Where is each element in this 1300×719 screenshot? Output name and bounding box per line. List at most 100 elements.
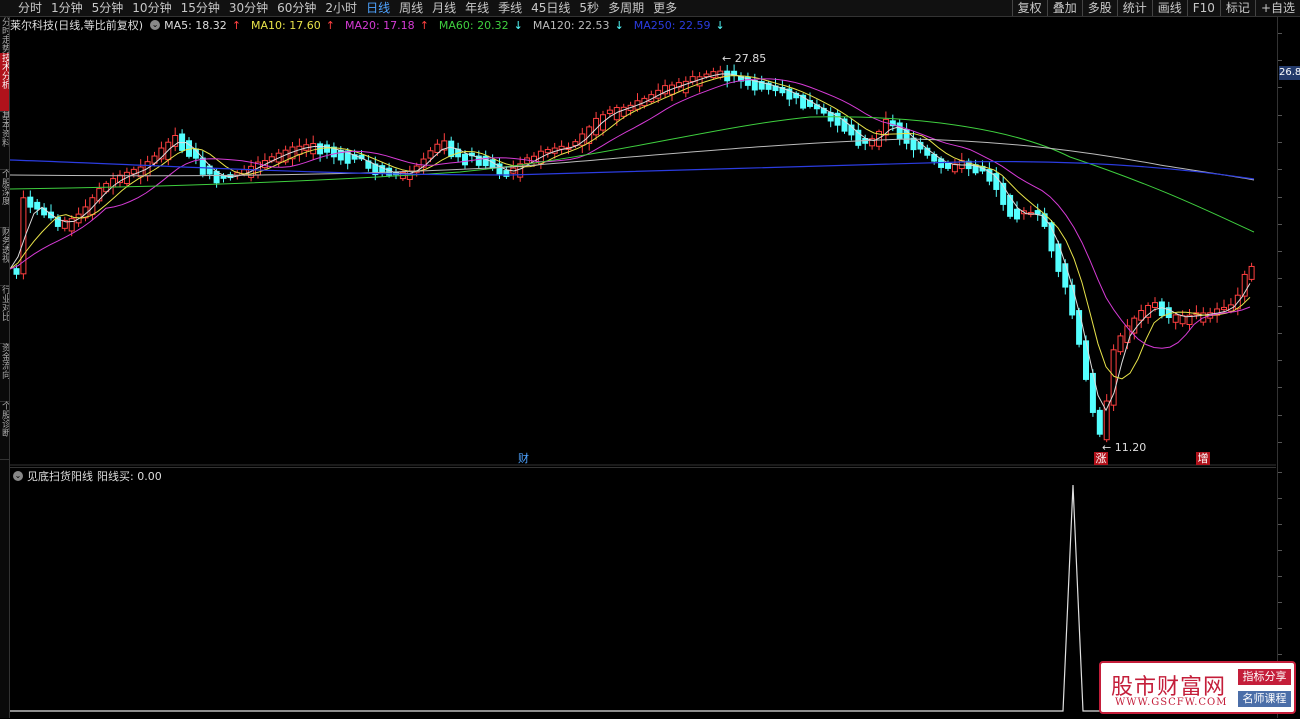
axis-tick <box>1278 251 1282 252</box>
toolbar-action[interactable]: 叠加 <box>1046 0 1082 16</box>
period-tab[interactable]: 周线 <box>395 0 428 16</box>
candle-body <box>68 218 75 232</box>
candle-body <box>434 143 441 154</box>
candle-body <box>896 122 903 139</box>
ma20-line <box>10 78 1251 349</box>
candle-body <box>1138 310 1145 321</box>
period-tab[interactable]: 日线 <box>362 0 395 16</box>
period-toolbar: 分时 1分钟 5分钟 10分钟 15分钟 30分钟 60分钟 2小时 日线 周线 月线 年线 季线 45日… <box>0 0 1300 17</box>
period-tab[interactable]: 5分钟 <box>88 0 129 16</box>
event-tag-limit-up[interactable]: 涨 <box>1094 452 1108 465</box>
toolbar-action[interactable]: +自选 <box>1254 0 1300 16</box>
axis-tick <box>1278 654 1282 655</box>
period-tab[interactable]: 5秒 <box>575 0 604 16</box>
candle-body <box>1221 306 1227 311</box>
axis-tick <box>1278 387 1282 388</box>
toolbar-action[interactable]: 标记 <box>1219 0 1255 16</box>
period-tab[interactable]: 30分钟 <box>225 0 273 16</box>
last-price-tag: 26.8 <box>1279 66 1300 80</box>
candle-body <box>1007 194 1014 217</box>
side-tab[interactable]: 财务透视 <box>0 227 9 286</box>
toolbar-action[interactable]: 统计 <box>1116 0 1152 16</box>
period-tab[interactable]: 分时 <box>14 0 47 16</box>
candle-body <box>448 140 455 158</box>
axis-tick <box>1278 498 1282 499</box>
period-tab[interactable]: 60分钟 <box>273 0 321 16</box>
side-tab[interactable]: 资金流向 <box>0 343 9 402</box>
kline-panel[interactable]: 莱尔科技(日线,等比前复权) ⌄ MA5: 18.32 ↑ MA10: 17.60 ↑… <box>10 17 1276 466</box>
axis-tick <box>1278 472 1282 473</box>
candle-body <box>34 201 41 210</box>
toolbar-action[interactable]: 多股 <box>1081 0 1117 16</box>
axis-tick <box>1278 115 1282 116</box>
period-tab[interactable]: 多周期 <box>604 0 649 16</box>
low-price-label: ← 11.20 <box>1102 441 1146 454</box>
side-tab[interactable]: 个股诊断 <box>0 401 9 460</box>
ma10-line <box>10 75 1251 380</box>
axis-tick <box>1278 602 1282 603</box>
period-tab[interactable]: 45日线 <box>527 0 575 16</box>
candle-body <box>324 144 330 153</box>
period-tab[interactable]: 15分钟 <box>177 0 225 16</box>
side-tab[interactable]: 技术分析 <box>0 53 9 112</box>
period-tab[interactable]: 1分钟 <box>47 0 88 16</box>
ma60-line <box>10 116 1255 233</box>
price-axis <box>1277 17 1300 718</box>
period-tab[interactable]: 月线 <box>428 0 461 16</box>
side-tab[interactable]: 行业对比 <box>0 285 9 344</box>
candle-body <box>1062 263 1069 288</box>
high-price-label: ← 27.85 <box>722 52 766 65</box>
candle-body <box>427 150 434 159</box>
watermark-logo: 股市财富网 WWW.GSCFW.COM 指标分享 名师课程 <box>1099 661 1296 714</box>
period-tabs: 分时 1分钟 5分钟 10分钟 15分钟 30分钟 60分钟 2小时 日线 周线 月线 年线 季线 45日… <box>14 0 682 16</box>
toolbar-action[interactable]: 复权 <box>1011 0 1047 16</box>
period-tab[interactable]: 10分钟 <box>128 0 176 16</box>
candle-body <box>620 106 627 117</box>
axis-tick <box>1278 415 1282 416</box>
indicator-panel[interactable]: ⌄ 见底扫货阳线 阳线买: 0.00 <box>10 467 1276 719</box>
candle-body <box>96 188 103 202</box>
candlestick-chart[interactable]: ← 27.85 ← 11.20 <box>10 17 1276 466</box>
side-tab[interactable]: 个股深度 <box>0 169 9 228</box>
candle-body <box>710 71 717 79</box>
axis-tick <box>1278 224 1282 225</box>
candle-body <box>945 162 951 169</box>
axis-tick <box>1278 87 1282 88</box>
axis-tick <box>1278 142 1282 143</box>
candle-body <box>1248 265 1255 280</box>
candle-body <box>703 73 710 78</box>
candle-body <box>951 163 958 173</box>
side-tab[interactable]: 分时走势 <box>0 17 9 54</box>
candle-body <box>1096 409 1103 435</box>
axis-tick <box>1278 169 1282 170</box>
candle-body <box>1179 315 1186 325</box>
indicator-chart[interactable] <box>10 468 1276 719</box>
side-tab[interactable]: 基本资料 <box>0 111 9 170</box>
toolbar-action[interactable]: F10 <box>1186 0 1220 16</box>
event-tag-finance[interactable]: 财 <box>518 452 529 465</box>
period-tab[interactable]: 季线 <box>494 0 527 16</box>
side-tab-strip: 分时走势 技术分析 基本资料 个股深度 财务透视 行业对比 资金流向 个股诊断 <box>0 17 10 718</box>
axis-tick <box>1278 306 1282 307</box>
indicator-signal-line <box>10 484 1276 712</box>
ma250-line <box>10 159 1255 180</box>
candle-body <box>1034 210 1041 215</box>
axis-tick <box>1278 550 1282 551</box>
axis-tick <box>1278 60 1282 61</box>
axis-tick <box>1278 442 1282 443</box>
event-tag-increase[interactable]: 增 <box>1196 452 1210 465</box>
period-tab[interactable]: 更多 <box>649 0 682 16</box>
candle-body <box>544 148 551 154</box>
candle-body <box>682 80 689 94</box>
candle-body <box>1172 314 1179 323</box>
axis-tick <box>1278 628 1282 629</box>
period-tab[interactable]: 2小时 <box>321 0 362 16</box>
candle-body <box>27 196 34 208</box>
axis-tick <box>1278 33 1282 34</box>
candle-body <box>1014 208 1020 220</box>
candle-body <box>606 109 613 115</box>
candle-body <box>1069 284 1076 316</box>
period-tab[interactable]: 年线 <box>461 0 494 16</box>
toolbar-action[interactable]: 画线 <box>1151 0 1187 16</box>
axis-tick <box>1278 278 1282 279</box>
